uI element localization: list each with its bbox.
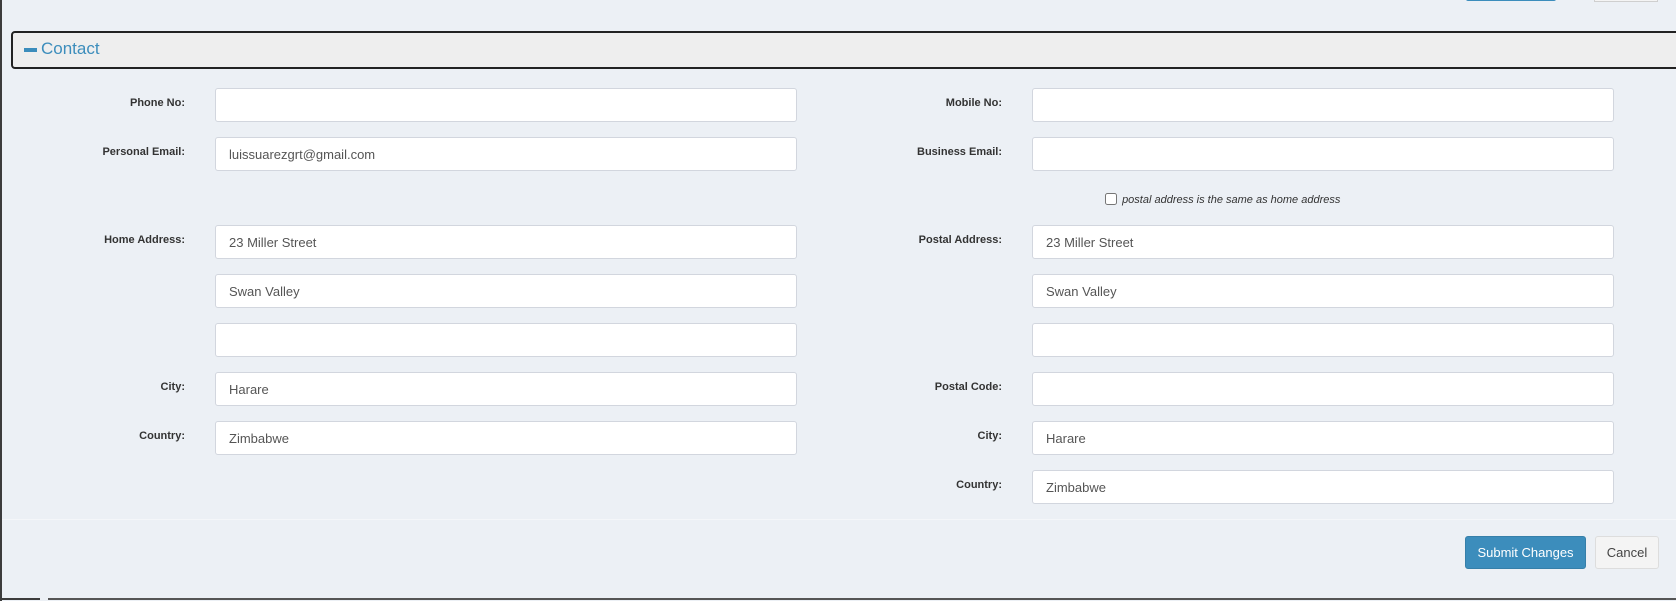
personal-email-label: Personal Email: (102, 146, 185, 158)
postal-country-label: Country: (956, 479, 1002, 491)
submit-changes-button[interactable]: Submit Changes (1465, 536, 1586, 569)
home-address-line3-input[interactable] (215, 323, 797, 357)
postal-city-label: City: (977, 430, 1002, 442)
contact-section-header[interactable]: Contact (11, 31, 1676, 69)
postal-address-line3-input[interactable] (1032, 323, 1614, 357)
top-cancel-button-edge[interactable] (1594, 0, 1658, 2)
section-title: Contact (41, 39, 100, 58)
home-address-label: Home Address: (104, 234, 185, 246)
home-city-input[interactable] (215, 372, 797, 406)
personal-email-input[interactable] (215, 137, 797, 171)
page-left-edge (0, 0, 2, 601)
phone-label: Phone No: (130, 97, 185, 109)
postal-country-input[interactable] (1032, 470, 1614, 504)
postal-code-input[interactable] (1032, 372, 1614, 406)
business-email-label: Business Email: (917, 146, 1002, 158)
home-country-input[interactable] (215, 421, 797, 455)
postal-city-input[interactable] (1032, 421, 1614, 455)
home-address-line2-input[interactable] (215, 274, 797, 308)
mobile-input[interactable] (1032, 88, 1614, 122)
home-address-line1-input[interactable] (215, 225, 797, 259)
postal-address-line2-input[interactable] (1032, 274, 1614, 308)
same-address-row: postal address is the same as home addre… (1105, 193, 1340, 206)
mobile-label: Mobile No: (945, 97, 1002, 109)
business-email-input[interactable] (1032, 137, 1614, 171)
same-address-checkbox[interactable] (1105, 193, 1117, 205)
home-country-label: Country: (139, 430, 185, 442)
home-city-label: City: (160, 381, 185, 393)
phone-input[interactable] (215, 88, 797, 122)
collapse-minus-icon[interactable] (24, 48, 37, 52)
same-address-label: postal address is the same as home addre… (1122, 194, 1341, 206)
bottom-edge (48, 598, 1676, 600)
form-footer-divider (2, 519, 1676, 520)
postal-address-label: Postal Address: (918, 234, 1002, 246)
bottom-edge-left (0, 598, 40, 600)
cancel-button[interactable]: Cancel (1595, 536, 1659, 569)
postal-address-line1-input[interactable] (1032, 225, 1614, 259)
postal-code-label: Postal Code: (934, 381, 1002, 393)
top-submit-button-edge[interactable] (1466, 0, 1556, 1)
